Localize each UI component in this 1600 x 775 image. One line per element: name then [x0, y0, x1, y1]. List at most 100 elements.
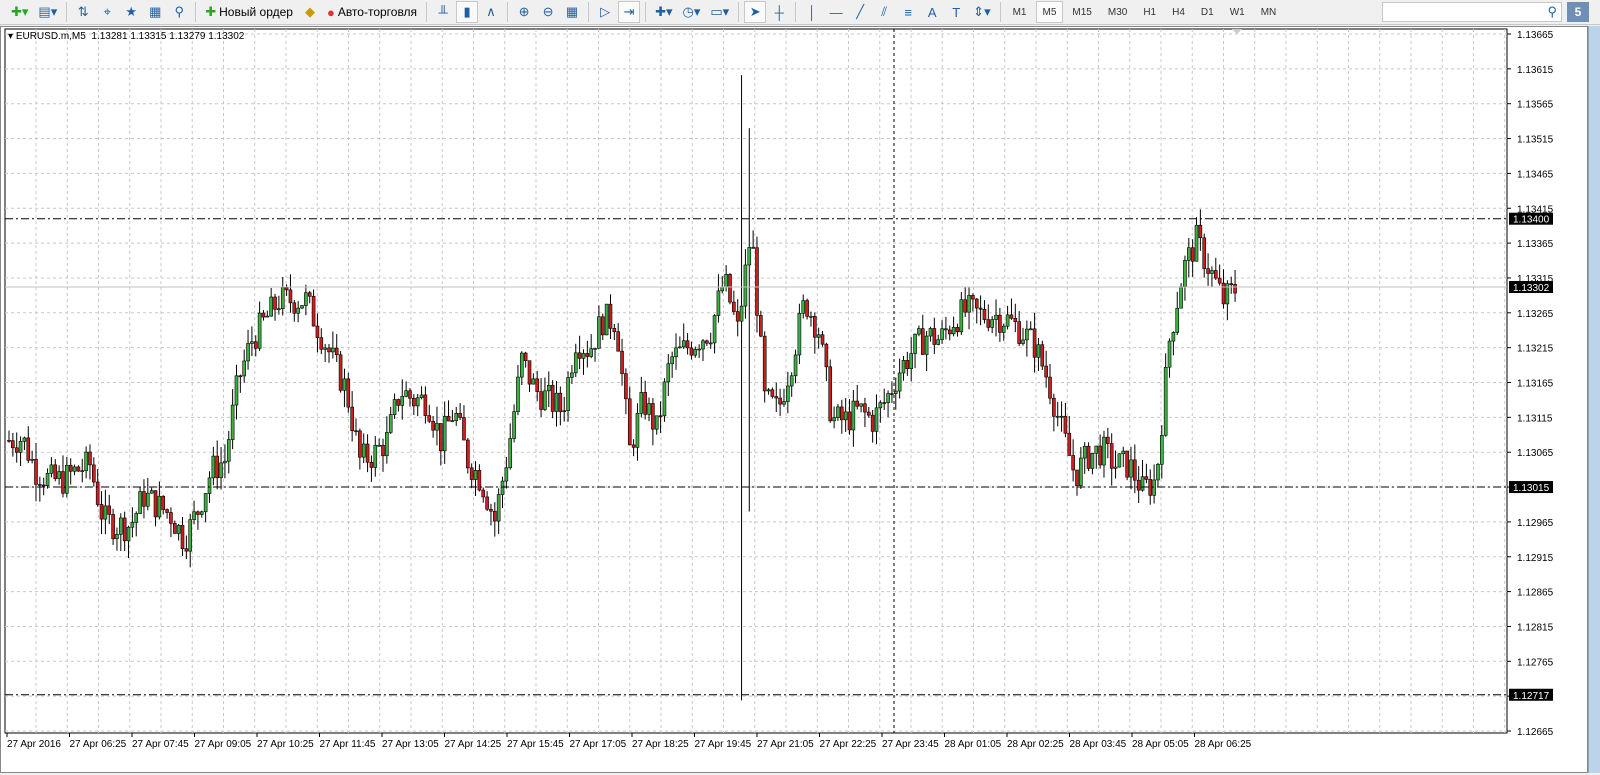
new-chart-button[interactable]: ✚▾	[7, 1, 32, 23]
timeframe-h1[interactable]: H1	[1136, 1, 1163, 23]
candle-body	[828, 366, 833, 422]
y-tick-label: 1.12865	[1517, 588, 1554, 599]
timeframe-m5[interactable]: M5	[1035, 1, 1064, 23]
metaeditor-button[interactable]: ◆	[299, 1, 321, 23]
timeframe-mn[interactable]: MN	[1254, 1, 1284, 23]
plot-area	[4, 28, 1508, 734]
x-tick-label: 28 Apr 05:05	[1132, 739, 1189, 750]
candle-body	[369, 461, 374, 468]
zoom-in-button[interactable]: ⊕	[513, 1, 535, 23]
candle-body	[153, 490, 158, 518]
candle-body	[585, 353, 590, 357]
timeframe-w1[interactable]: W1	[1223, 1, 1252, 23]
candle-body	[412, 398, 416, 407]
candle	[728, 273, 732, 305]
navigator-crosshair-button[interactable]: ⌖	[96, 1, 118, 23]
candle-body	[280, 287, 285, 309]
candle-body	[1210, 270, 1214, 274]
candle-body	[1025, 328, 1029, 341]
candle-body	[843, 411, 848, 421]
candle-body	[92, 464, 96, 483]
vertical-line-button[interactable]: │	[801, 1, 823, 23]
chart-window[interactable]: 1.13665 1.13615 1.13565 1.13515 1.13465 1.134…	[0, 26, 1588, 773]
zoom-out-button[interactable]: ⊖	[537, 1, 559, 23]
candle-body	[712, 315, 717, 344]
toolbar-separator	[645, 2, 647, 22]
search-icon[interactable]: ⚲	[1547, 4, 1557, 20]
candle-body	[847, 411, 852, 431]
strategy-tester-button[interactable]: ⚲	[168, 1, 190, 23]
new-order-button[interactable]: ✚ Новый ордер	[201, 1, 297, 23]
candle-body	[805, 300, 809, 317]
autoscroll-button[interactable]: ⇥	[618, 1, 641, 23]
candle-body	[199, 511, 204, 515]
timeframe-m15[interactable]: M15	[1065, 1, 1098, 23]
candle-body	[442, 415, 447, 452]
candle-body	[658, 415, 663, 418]
candle-body	[361, 443, 366, 458]
data-window-icon: ▦	[149, 4, 162, 19]
strategy-tester-icon: ⚲	[174, 4, 184, 19]
text-label-button[interactable]: T	[945, 1, 967, 23]
y-tick-label: 1.13215	[1517, 344, 1554, 355]
candle-body	[400, 396, 405, 406]
candle-body	[1036, 344, 1041, 358]
candle-body	[230, 404, 235, 440]
candle-body	[512, 411, 516, 439]
timeframe-d1[interactable]: D1	[1194, 1, 1221, 23]
tile-windows-button[interactable]: ▦	[561, 1, 583, 23]
candle-body	[1113, 466, 1118, 469]
candle-body	[944, 328, 948, 331]
fibonacci-button[interactable]: ≡	[897, 1, 919, 23]
candle-body	[130, 522, 135, 528]
candle-body	[782, 401, 786, 405]
indicators-button[interactable]: ✚▾	[651, 1, 676, 23]
candle-body	[215, 455, 220, 479]
templates-button[interactable]: ▭▾	[706, 1, 733, 23]
collapse-icon[interactable]: ▾	[8, 31, 13, 42]
candle-body	[593, 348, 597, 350]
profiles-button[interactable]: ▤▾	[34, 1, 61, 23]
x-tick-label: 28 Apr 03:45	[1070, 739, 1127, 750]
search-input[interactable]: ⚲	[1382, 2, 1562, 22]
candle-body	[608, 303, 613, 329]
candle-body	[493, 510, 497, 522]
timeframe-m1[interactable]: M1	[1006, 1, 1034, 23]
level-price-label: 1.12717	[1513, 691, 1550, 702]
candle-body	[404, 390, 408, 397]
candlestick-chart[interactable]: 1.13665 1.13615 1.13565 1.13515 1.13465 1.134…	[1, 27, 1587, 772]
candlesticks-button[interactable]: ▮	[456, 1, 479, 23]
periods-button[interactable]: ◷▾	[678, 1, 704, 23]
candle-body	[273, 296, 277, 310]
arrows-button[interactable]: ⇕▾	[969, 1, 994, 23]
candle-body	[940, 328, 944, 340]
line-chart-button[interactable]: ∧	[480, 1, 502, 23]
candle-body	[1171, 332, 1176, 342]
candle-body	[1187, 247, 1191, 261]
vertical-scrollbar[interactable]	[1588, 26, 1600, 773]
candle-body	[385, 432, 389, 457]
horizontal-line-button[interactable]: —	[825, 1, 847, 23]
y-tick-label: 1.12915	[1517, 553, 1554, 564]
cursor-button[interactable]: ➤	[744, 1, 767, 23]
data-window-button[interactable]: ▦	[144, 1, 166, 23]
timeframe-h4[interactable]: H4	[1165, 1, 1192, 23]
timeframe-m30[interactable]: M30	[1101, 1, 1134, 23]
candle-body	[546, 385, 551, 392]
candle-body	[689, 347, 694, 356]
candle-body	[1075, 469, 1079, 486]
chart-shift-button[interactable]: ▷	[594, 1, 616, 23]
autotrading-button[interactable]: ● Авто-торговля	[323, 1, 421, 23]
bar-chart-button[interactable]: ╨	[432, 1, 454, 23]
text-button[interactable]: A	[921, 1, 943, 23]
notifications-badge[interactable]: 5	[1567, 2, 1589, 22]
market-watch-button[interactable]: ⇅	[72, 1, 94, 23]
candle-body	[870, 414, 875, 432]
crosshair-button[interactable]: ┼	[768, 1, 790, 23]
trendline-button[interactable]: ╱	[849, 1, 871, 23]
candle-body	[893, 390, 898, 394]
favorites-button[interactable]: ★	[120, 1, 142, 23]
candle-body	[631, 444, 636, 448]
equidistant-channel-button[interactable]: ⫽	[873, 1, 895, 23]
candle-body	[732, 301, 736, 312]
